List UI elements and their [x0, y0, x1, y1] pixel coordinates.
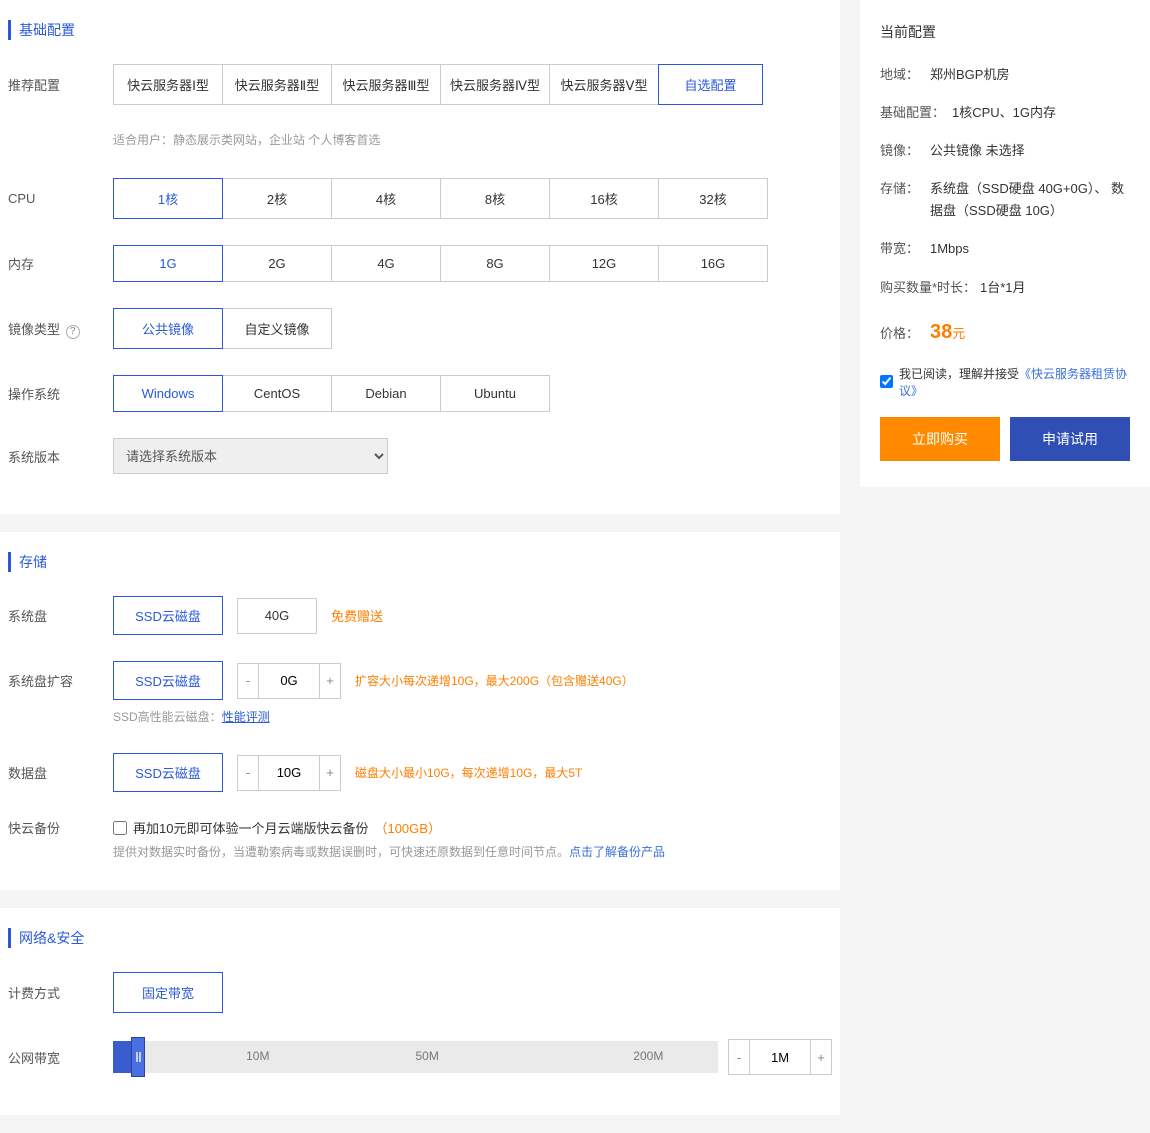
mem-option-5[interactable]: 16G [658, 245, 768, 282]
storage-panel: 存储 系统盘 SSD云磁盘 40G 免费赠送 系统盘扩容 SSD云磁盘 - + [0, 532, 840, 890]
version-select[interactable]: 请选择系统版本 [113, 438, 388, 474]
side-price: 38元 [930, 315, 965, 349]
sysdisk-ext-type[interactable]: SSD云磁盘 [113, 661, 223, 700]
sysdisk-free: 免费赠送 [331, 606, 383, 625]
bw-input[interactable] [750, 1039, 810, 1075]
cpu-label: CPU [8, 191, 113, 206]
datadisk-stepper: - + [237, 755, 341, 791]
cpu-option-3[interactable]: 8核 [440, 178, 550, 219]
section-title-network: 网络&安全 [8, 928, 832, 948]
os-option-1[interactable]: CentOS [222, 375, 332, 412]
datadisk-label: 数据盘 [8, 763, 113, 782]
mem-option-0[interactable]: 1G [113, 245, 223, 282]
sysdisk-label: 系统盘 [8, 606, 113, 625]
os-label: 操作系统 [8, 384, 113, 403]
cpu-option-1[interactable]: 2核 [222, 178, 332, 219]
section-title-basic: 基础配置 [8, 20, 832, 40]
mem-option-4[interactable]: 12G [549, 245, 659, 282]
recommend-option-1[interactable]: 快云服务器Ⅱ型 [222, 64, 332, 105]
bw-tick-50m: 50M [416, 1049, 439, 1063]
mem-label: 内存 [8, 254, 113, 273]
recommend-option-2[interactable]: 快云服务器Ⅲ型 [331, 64, 441, 105]
imgtype-label: 镜像类型 ? [8, 319, 113, 339]
os-option-2[interactable]: Debian [331, 375, 441, 412]
backup-desc: 提供对数据实时备份，当遭勒索病毒或数据误删时，可快速还原数据到任意时间节点。点击… [113, 843, 832, 860]
backup-checkbox-input[interactable] [113, 821, 127, 835]
datadisk-note: 磁盘大小最小10G，每次递增10G，最大5T [355, 764, 582, 781]
os-option-0[interactable]: Windows [113, 375, 223, 412]
sysdisk-ext-note: 扩容大小每次递增10G，最大200G（包含赠送40G） [355, 672, 634, 689]
bandwidth-slider[interactable]: 10M 50M 200M [113, 1041, 718, 1073]
cpu-option-2[interactable]: 4核 [331, 178, 441, 219]
sysdisk-type[interactable]: SSD云磁盘 [113, 596, 223, 635]
billing-option[interactable]: 固定带宽 [113, 972, 223, 1013]
recommend-custom-option[interactable]: 自选配置 [658, 64, 763, 105]
sysdisk-ext-stepper: - + [237, 663, 341, 699]
bandwidth-label: 公网带宽 [8, 1048, 113, 1067]
sysdisk-ext-input[interactable] [259, 663, 319, 699]
side-title: 当前配置 [880, 22, 1130, 42]
mem-option-1[interactable]: 2G [222, 245, 332, 282]
backup-label: 快云备份 [8, 818, 113, 837]
try-button[interactable]: 申请试用 [1010, 417, 1130, 461]
bandwidth-slider-handle[interactable] [131, 1037, 145, 1077]
network-panel: 网络&安全 计费方式 固定带宽 公网带宽 10M 50M [0, 908, 840, 1115]
perf-line: SSD高性能云磁盘：性能评测 [113, 708, 832, 725]
recommend-option-0[interactable]: 快云服务器Ⅰ型 [113, 64, 223, 105]
cpu-option-0[interactable]: 1核 [113, 178, 223, 219]
sysdisk-ext-plus-button[interactable]: + [319, 663, 341, 699]
current-config-panel: 当前配置 地域：郑州BGP机房 基础配置：1核CPU、1G内存 镜像：公共镜像 … [860, 0, 1150, 487]
ver-label: 系统版本 [8, 447, 113, 466]
side-basic: 1核CPU、1G内存 [952, 102, 1130, 124]
recommend-label: 推荐配置 [8, 75, 113, 94]
datadisk-input[interactable] [259, 755, 319, 791]
backup-checkbox[interactable]: 再加10元即可体验一个月云端版快云备份 （100GB） [113, 818, 441, 837]
agree-checkbox[interactable]: 我已阅读，理解并接受《快云服务器租赁协议》 [880, 365, 1130, 399]
bw-plus-button[interactable]: + [810, 1039, 832, 1075]
section-title-storage: 存储 [8, 552, 832, 572]
cpu-option-4[interactable]: 16核 [549, 178, 659, 219]
perf-link[interactable]: 性能评测 [222, 710, 270, 724]
mem-option-2[interactable]: 4G [331, 245, 441, 282]
mem-option-3[interactable]: 8G [440, 245, 550, 282]
help-icon[interactable]: ? [66, 325, 80, 339]
agree-checkbox-input[interactable] [880, 375, 893, 388]
side-image: 公共镜像 未选择 [930, 140, 1130, 162]
datadisk-minus-button[interactable]: - [237, 755, 259, 791]
buy-button[interactable]: 立即购买 [880, 417, 1000, 461]
backup-link[interactable]: 点击了解备份产品 [569, 845, 665, 859]
sysdisk-ext-label: 系统盘扩容 [8, 671, 113, 690]
basic-config-panel: 基础配置 推荐配置 快云服务器Ⅰ型快云服务器Ⅱ型快云服务器Ⅲ型快云服务器Ⅳ型快云… [0, 0, 840, 514]
side-qty: 1台*1月 [980, 277, 1130, 299]
recommend-option-4[interactable]: 快云服务器Ⅴ型 [549, 64, 659, 105]
billing-label: 计费方式 [8, 983, 113, 1002]
imgtype-option-0[interactable]: 公共镜像 [113, 308, 223, 349]
datadisk-type[interactable]: SSD云磁盘 [113, 753, 223, 792]
sysdisk-ext-minus-button[interactable]: - [237, 663, 259, 699]
os-option-3[interactable]: Ubuntu [440, 375, 550, 412]
side-bw: 1Mbps [930, 238, 1130, 260]
recommend-option-3[interactable]: 快云服务器Ⅳ型 [440, 64, 550, 105]
recommend-hint: 适合用户：静态展示类网站，企业站 个人博客首选 [113, 131, 832, 148]
side-storage: 系统盘（SSD硬盘 40G+0G）、 数据盘（SSD硬盘 10G） [930, 178, 1130, 222]
side-region: 郑州BGP机房 [930, 64, 1130, 86]
bw-minus-button[interactable]: - [728, 1039, 750, 1075]
sysdisk-size: 40G [237, 598, 317, 634]
datadisk-plus-button[interactable]: + [319, 755, 341, 791]
bw-tick-10m: 10M [246, 1049, 269, 1063]
imgtype-option-1[interactable]: 自定义镜像 [222, 308, 332, 349]
cpu-option-5[interactable]: 32核 [658, 178, 768, 219]
bw-tick-200m: 200M [633, 1049, 663, 1063]
bandwidth-stepper: - + [728, 1039, 832, 1075]
